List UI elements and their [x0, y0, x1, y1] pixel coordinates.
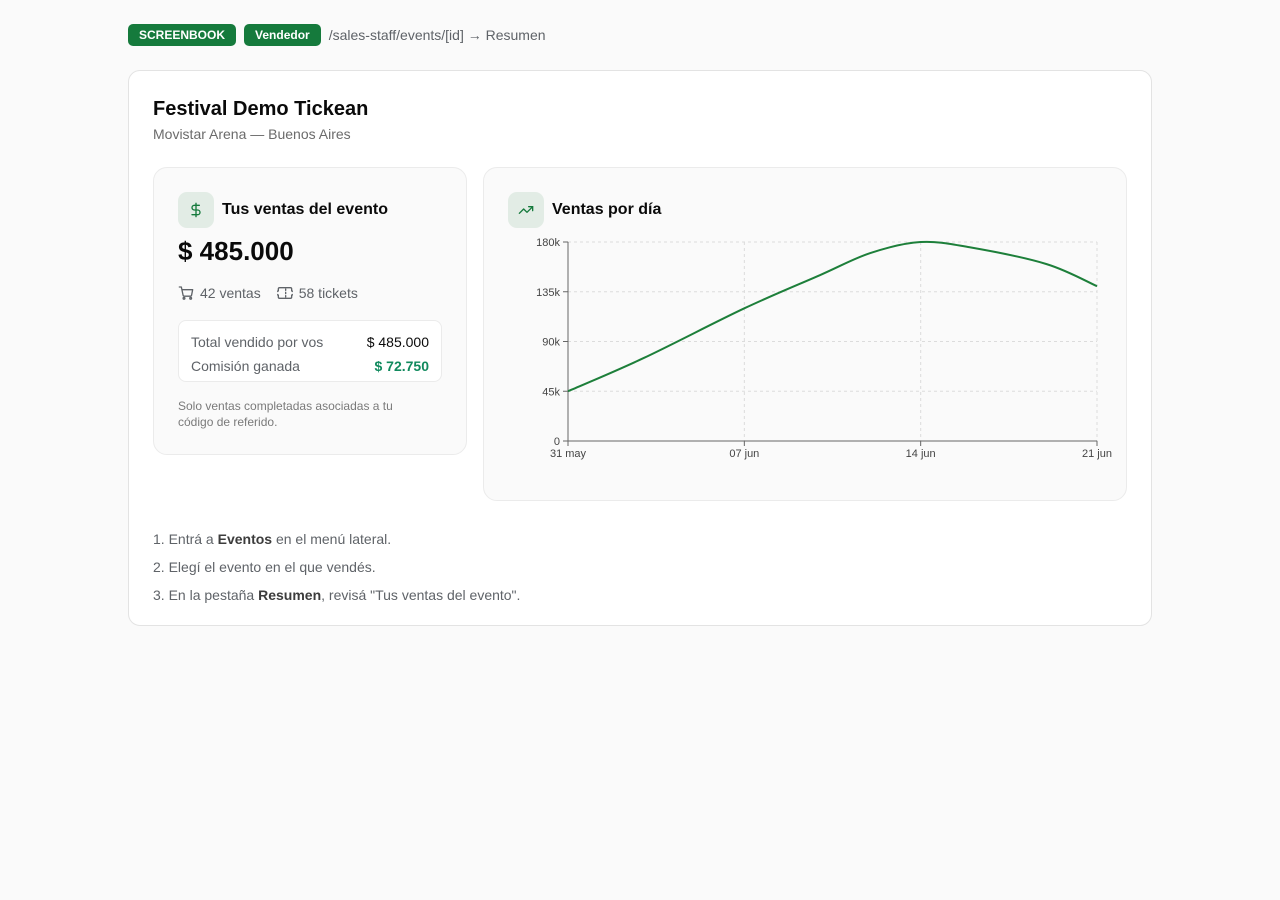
x-tick-label: 31 may: [550, 448, 587, 460]
ticket-icon: [276, 285, 293, 301]
step-1-text-c: en el menú lateral.: [272, 531, 392, 547]
route-path: /sales-staff/events/[id] → Resumen: [328, 27, 546, 43]
x-tick-label: 14 jun: [906, 448, 936, 460]
step-1-text-a: Entrá a: [168, 531, 218, 547]
step-2-text: Elegí el evento en el que vendés.: [168, 559, 376, 575]
commission-value: $ 72.750: [374, 358, 430, 374]
step-1-bold: Eventos: [217, 531, 273, 547]
total-row: Total vendido por vos $ 485.000: [191, 330, 429, 354]
sales-note: Solo ventas completadas asociadas a tu c…: [178, 399, 393, 429]
commission-row: Comisión ganada $ 72.750: [191, 354, 429, 378]
y-tick-label: 180k: [536, 237, 560, 249]
series-line: [567, 240, 1098, 393]
x-tick-label: 21 jun: [1082, 448, 1112, 460]
topbar: SCREENBOOK Vendedor /sales-staff/events/…: [128, 24, 546, 46]
total-label: Total vendido por vos: [191, 334, 324, 350]
event-summary-card: Festival Demo Tickean Movistar Arena — B…: [128, 70, 1152, 626]
sales-panel-title: Tus ventas del evento: [222, 201, 388, 218]
total-value: $ 485.000: [366, 334, 429, 350]
role-badge: Vendedor: [244, 24, 321, 46]
sales-count: 42 ventas: [200, 285, 261, 301]
step-3-text-c: , revisá "Tus ventas del evento".: [321, 587, 521, 603]
sales-stats: 42 ventas 58 tickets: [178, 285, 358, 301]
event-title: Festival Demo Tickean: [153, 98, 369, 120]
event-venue: Movistar Arena — Buenos Aires: [153, 126, 351, 142]
commission-label: Comisión ganada: [191, 358, 300, 374]
sales-count-stat: 42 ventas: [178, 285, 261, 301]
step-2: 2. Elegí el evento en el que vendés.: [153, 559, 376, 575]
x-tick-label: 07 jun: [729, 448, 759, 460]
chart-panel: Ventas por día 0 45k 90k 135k 180k 31 may 07 j…: [483, 167, 1127, 501]
y-tick-label: 90k: [542, 337, 560, 349]
totals-box: Total vendido por vos $ 485.000 Comisión…: [178, 320, 442, 382]
cart-icon: [178, 285, 194, 301]
tickets-count-stat: 58 tickets: [276, 285, 358, 301]
y-tick-label: 0: [554, 436, 560, 448]
tickets-count: 58 tickets: [298, 285, 358, 301]
screenbook-badge: SCREENBOOK: [128, 24, 237, 46]
sales-panel: Tus ventas del evento $ 485.000 42 venta…: [153, 167, 467, 455]
y-tick-label: 135k: [536, 287, 560, 299]
y-tick-label: 45k: [542, 386, 560, 398]
step-1: 1. Entrá a Eventos en el menú lateral.: [153, 531, 392, 547]
sales-amount: $ 485.000: [178, 236, 294, 266]
sales-line-chart: 0 45k 90k 135k 180k 31 may 07 jun 14 jun 21 jun: [536, 237, 1112, 460]
dollar-icon: [178, 192, 214, 228]
step-3-bold: Resumen: [258, 587, 322, 603]
step-3: 3. En la pestaña Resumen, revisá "Tus ve…: [153, 587, 521, 603]
step-3-text-a: En la pestaña: [168, 587, 259, 603]
instructions-list: 1. Entrá a Eventos en el menú lateral. 2…: [153, 525, 520, 609]
